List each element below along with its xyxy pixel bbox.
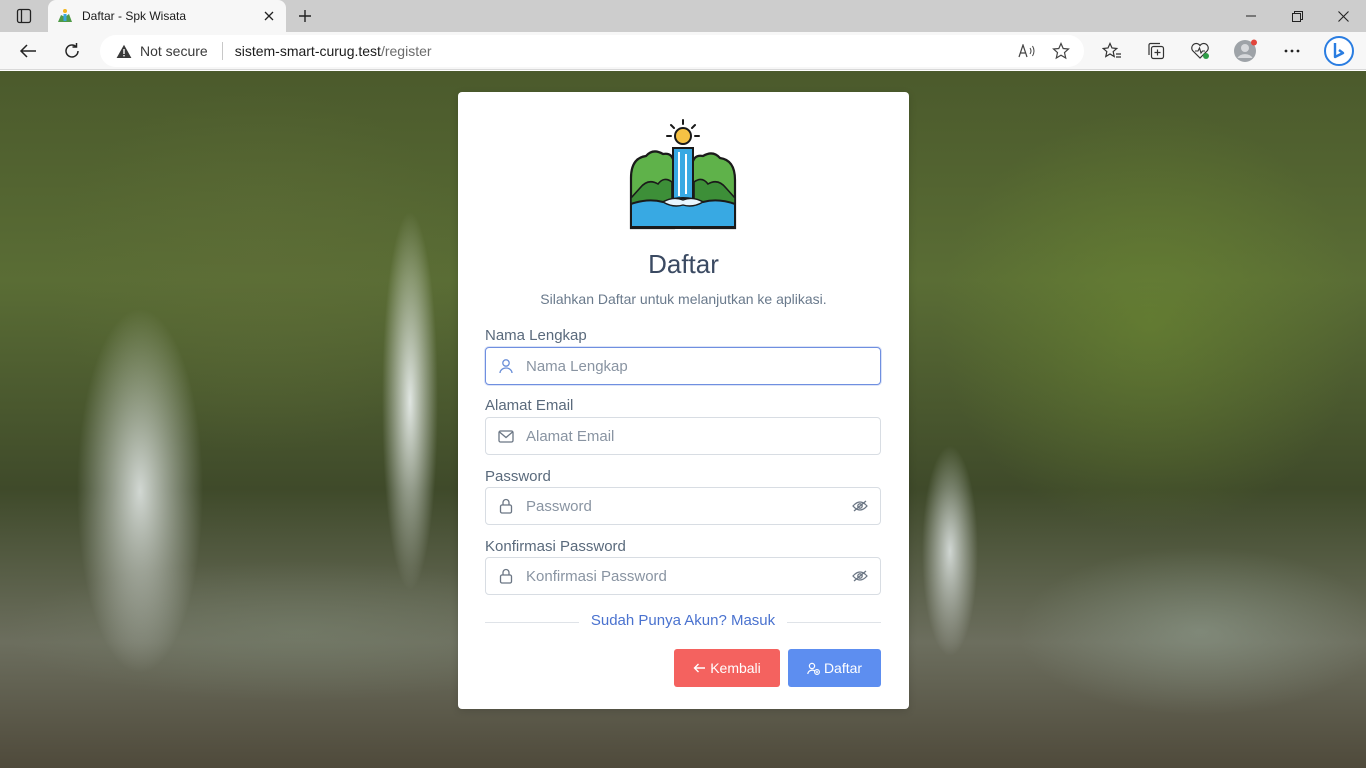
register-card: Daftar Silahkan Daftar untuk melanjutkan… (458, 92, 909, 709)
password-label: Password (485, 468, 551, 485)
browser-essentials-icon[interactable] (1185, 36, 1215, 66)
lock-icon (486, 558, 526, 594)
name-input[interactable] (526, 348, 880, 384)
waterfall-favicon-icon (56, 7, 74, 25)
page-subtitle: Silahkan Daftar untuk melanjutkan ke apl… (540, 291, 827, 307)
url-path: /register (380, 43, 432, 59)
separator (221, 42, 223, 60)
back-button[interactable]: Kembali (674, 649, 780, 687)
close-window-icon[interactable] (1320, 0, 1366, 32)
security-indicator[interactable]: Not secure (116, 42, 235, 60)
login-link[interactable]: Sudah Punya Akun? Masuk (485, 612, 881, 629)
collections-icon[interactable] (1141, 36, 1171, 66)
email-input[interactable] (526, 418, 880, 454)
register-button-label: Daftar (823, 660, 863, 676)
confirm-password-label: Konfirmasi Password (485, 538, 626, 555)
email-field[interactable] (485, 417, 881, 455)
refresh-icon[interactable] (57, 36, 87, 66)
bing-copilot-icon[interactable] (1321, 33, 1357, 69)
page-title: Daftar (648, 249, 719, 279)
user-add-icon (807, 662, 820, 675)
tab-title: Daftar - Spk Wisata (82, 9, 187, 23)
register-button[interactable]: Daftar (788, 649, 881, 687)
url-host: sistem-smart-curug.test (234, 43, 381, 59)
arrow-left-icon (693, 663, 706, 673)
waterfall-logo-icon (628, 118, 738, 230)
omnibox[interactable]: Not secure sistem-smart-curug.test/regis… (100, 35, 1084, 67)
browser-tab[interactable]: Daftar - Spk Wisata (48, 0, 286, 32)
email-label: Alamat Email (485, 397, 574, 414)
tab-bar: Daftar - Spk Wisata (0, 0, 1366, 32)
confirm-password-input[interactable] (526, 558, 840, 594)
page-background: Daftar Silahkan Daftar untuk melanjutkan… (0, 71, 1366, 768)
new-tab-icon[interactable] (292, 4, 318, 28)
password-input[interactable] (526, 488, 840, 524)
divider-line (787, 622, 881, 623)
login-divider: Sudah Punya Akun? Masuk (485, 612, 881, 632)
name-field[interactable] (485, 347, 881, 385)
tab-actions-icon[interactable] (10, 6, 38, 26)
restore-icon[interactable] (1274, 0, 1320, 32)
warning-icon (116, 44, 132, 59)
address-bar: Not secure sistem-smart-curug.test/regis… (0, 32, 1366, 70)
back-arrow-icon[interactable] (13, 36, 43, 66)
user-icon (486, 348, 526, 384)
eye-off-icon[interactable] (840, 558, 880, 594)
confirm-password-field[interactable] (485, 557, 881, 595)
favorites-icon[interactable] (1097, 36, 1127, 66)
security-label: Not secure (140, 43, 208, 59)
read-aloud-icon[interactable] (1016, 40, 1038, 62)
more-options-icon[interactable] (1277, 36, 1307, 66)
favorite-star-icon[interactable] (1050, 40, 1072, 62)
back-button-label: Kembali (710, 660, 761, 676)
url-text[interactable]: sistem-smart-curug.test/register (235, 43, 432, 59)
lock-icon (486, 488, 526, 524)
close-tab-icon[interactable] (260, 7, 278, 25)
name-label: Nama Lengkap (485, 327, 587, 344)
minimize-icon[interactable] (1228, 0, 1274, 32)
password-field[interactable] (485, 487, 881, 525)
profile-avatar-icon[interactable] (1230, 36, 1260, 66)
eye-off-icon[interactable] (840, 488, 880, 524)
mail-icon (486, 418, 526, 454)
